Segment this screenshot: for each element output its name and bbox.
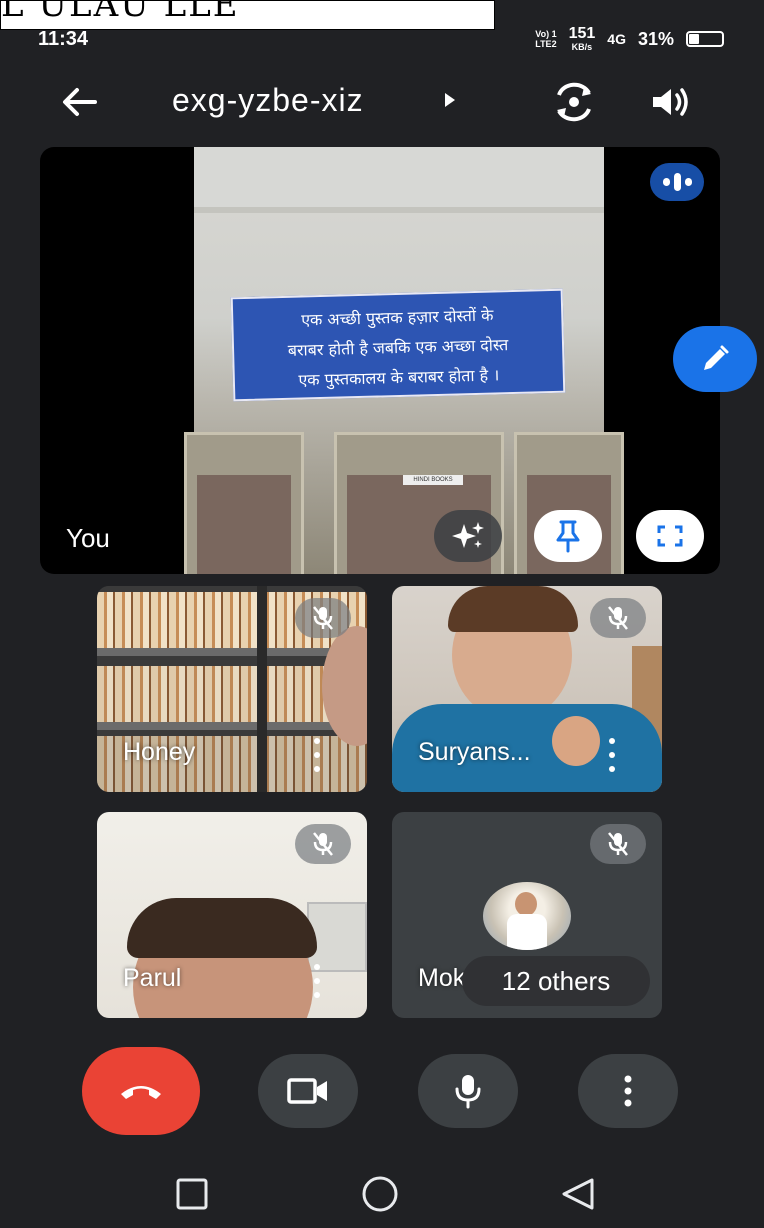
participant-options-button[interactable] — [606, 738, 618, 772]
meeting-header: exg-yzbe-xiz — [0, 72, 764, 128]
pin-button[interactable] — [534, 510, 602, 562]
back-button[interactable] — [55, 78, 103, 126]
pin-icon — [556, 520, 580, 553]
muted-badge — [590, 598, 646, 638]
more-options-button[interactable] — [578, 1054, 678, 1128]
fullscreen-button[interactable] — [636, 510, 704, 562]
muted-badge — [590, 824, 646, 864]
muted-badge — [295, 824, 351, 864]
status-bar: 11:34 Vo) 1 LTE2 151 KB/s 4G 31% — [0, 26, 764, 52]
annotate-button[interactable] — [673, 326, 757, 392]
net-speed-unit: KB/s — [571, 42, 593, 52]
lte-text: LTE2 — [535, 39, 557, 49]
battery-icon — [686, 31, 724, 47]
end-call-button[interactable] — [82, 1047, 200, 1135]
battery-percent: 31% — [637, 28, 674, 49]
more-vertical-icon — [624, 1075, 632, 1107]
circle-icon — [362, 1176, 398, 1212]
speaking-indicator — [650, 163, 704, 201]
volume-icon — [653, 88, 688, 116]
participant-tile[interactable]: Mok 12 others — [392, 812, 662, 1018]
net-speed: 151 KB/s — [568, 25, 596, 53]
participant-name: Honey — [123, 738, 196, 766]
mic-off-icon — [608, 832, 628, 856]
participant-options-button[interactable] — [311, 964, 323, 998]
wall-banner: एक अच्छी पुस्तक हज़ार दोस्तों के बराबर ह… — [230, 288, 566, 402]
self-video-feed: एक अच्छी पुस्तक हज़ार दोस्तों के बराबर ह… — [184, 147, 624, 574]
square-icon — [176, 1178, 208, 1210]
effects-button[interactable] — [434, 510, 502, 562]
self-name-label: You — [66, 523, 110, 553]
participant-tile[interactable]: Parul — [97, 812, 367, 1018]
phone-hangup-icon — [121, 1086, 161, 1099]
self-video-tile[interactable]: एक अच्छी पुस्तक हज़ार दोस्तों के बराबर ह… — [40, 147, 720, 574]
status-indicators: Vo) 1 LTE2 151 KB/s 4G 31% — [535, 26, 724, 52]
participant-tile[interactable]: Suryans... — [392, 586, 662, 792]
mic-off-icon — [313, 832, 333, 856]
cupboard-label: HINDI BOOKS — [403, 475, 463, 485]
mic-off-icon — [608, 606, 628, 630]
nav-back-button[interactable] — [558, 1174, 598, 1214]
status-time: 11:34 — [38, 28, 89, 50]
mic-toggle-button[interactable] — [418, 1054, 518, 1128]
camera-flip-icon — [557, 82, 591, 122]
muted-badge — [295, 598, 351, 638]
participant-avatar — [483, 882, 571, 950]
participant-name: Suryans... — [418, 738, 531, 766]
microphone-icon — [455, 1075, 481, 1109]
speaker-button[interactable] — [646, 78, 694, 126]
home-button[interactable] — [360, 1174, 400, 1214]
recent-apps-button[interactable] — [172, 1174, 212, 1214]
volte-indicator: Vo) 1 LTE2 — [535, 29, 556, 49]
participant-name: Mok — [418, 964, 466, 992]
meeting-code[interactable]: exg-yzbe-xiz — [172, 82, 364, 119]
signal-indicator: 4G — [607, 31, 626, 47]
video-camera-icon — [287, 1078, 327, 1104]
sparkle-icon — [452, 522, 484, 548]
participant-tile[interactable]: Honey — [97, 586, 367, 792]
overlay-caption-text: L ULAU LLE — [1, 0, 240, 25]
others-count-pill[interactable]: 12 others — [462, 956, 650, 1006]
system-nav-bar — [0, 1160, 764, 1228]
fullscreen-icon — [657, 525, 683, 547]
pencil-icon — [704, 345, 729, 370]
participant-name: Parul — [123, 964, 182, 992]
volte-text: Vo) 1 — [535, 29, 557, 39]
triangle-back-icon — [562, 1178, 594, 1210]
participant-options-button[interactable] — [311, 738, 323, 772]
net-speed-value: 151 — [568, 25, 596, 42]
cupboard — [184, 432, 304, 574]
mic-off-icon — [313, 606, 333, 630]
camera-toggle-button[interactable] — [258, 1054, 358, 1128]
caret-right-icon[interactable] — [444, 92, 456, 108]
switch-camera-button[interactable] — [548, 76, 600, 128]
arrow-left-icon — [63, 88, 97, 116]
